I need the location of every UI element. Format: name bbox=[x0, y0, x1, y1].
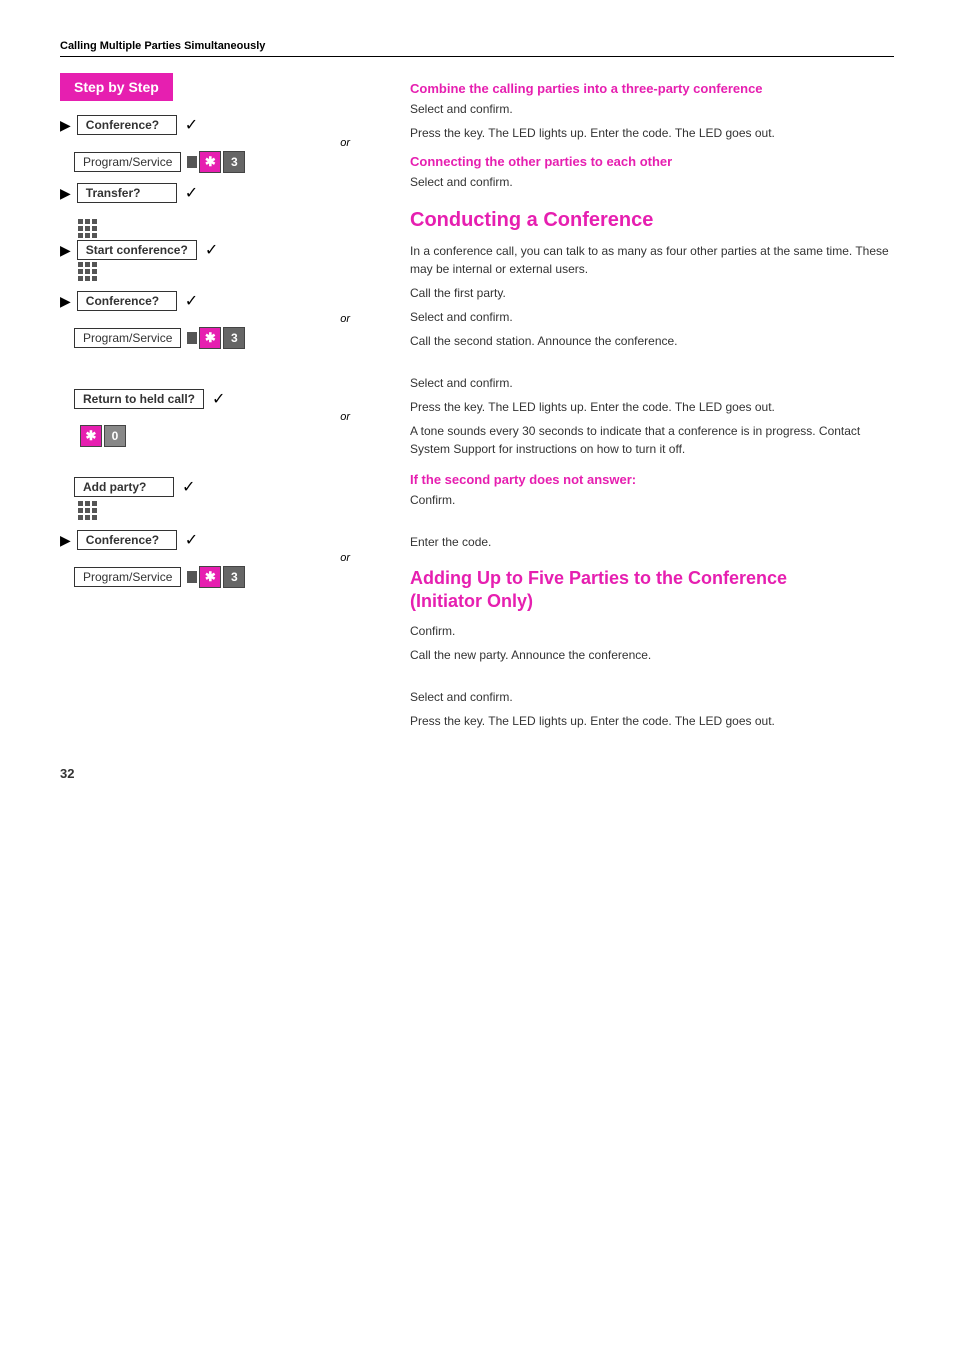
check-icon-4: ✓ bbox=[185, 291, 198, 311]
key-num-3-3[interactable]: 3 bbox=[223, 566, 245, 588]
dots-row-2 bbox=[60, 262, 380, 281]
key-num-0[interactable]: 0 bbox=[104, 425, 126, 447]
conducting-text-3: Call the second station. Announce the co… bbox=[410, 332, 894, 350]
prog-row-1: Program/Service ✱ 3 bbox=[74, 151, 380, 173]
conference-btn-2[interactable]: Conference? bbox=[77, 291, 177, 311]
arrow-icon-2: ▶ bbox=[60, 185, 71, 202]
connecting-heading: Connecting the other parties to each oth… bbox=[410, 154, 894, 169]
check-icon-5: ✓ bbox=[212, 389, 225, 409]
add-party-row: Add party? ✓ bbox=[60, 477, 380, 497]
spacer-3 bbox=[410, 670, 894, 688]
key-separator-3 bbox=[187, 571, 197, 583]
key-group-2: ✱ 3 bbox=[187, 327, 245, 349]
second-party-text-1: Confirm. bbox=[410, 491, 894, 509]
step-group-5: Return to held call? ✓ or ✱ 0 bbox=[60, 389, 380, 447]
step-group-4: ▶ Conference? ✓ or Program/Service ✱ 3 bbox=[60, 291, 380, 349]
start-conference-btn[interactable]: Start conference? bbox=[77, 240, 197, 260]
combine-heading: Combine the calling parties into a three… bbox=[410, 81, 894, 96]
add-party-btn[interactable]: Add party? bbox=[74, 477, 174, 497]
conducting-text-5: Press the key. The LED lights up. Enter … bbox=[410, 398, 894, 416]
return-held-btn[interactable]: Return to held call? bbox=[74, 389, 204, 409]
page-number: 32 bbox=[60, 766, 894, 781]
dots-row-3 bbox=[60, 501, 380, 520]
or-text-3: or bbox=[60, 411, 380, 423]
conference-btn-3[interactable]: Conference? bbox=[77, 530, 177, 550]
conducting-text-1: Call the first party. bbox=[410, 284, 894, 302]
adding-title: Adding Up to Five Parties to the Confere… bbox=[410, 567, 894, 614]
check-icon-6: ✓ bbox=[182, 477, 195, 497]
step-group-2: ▶ Transfer? ✓ bbox=[60, 183, 380, 203]
key-group-4: ✱ 3 bbox=[187, 566, 245, 588]
key-group-3: ✱ 0 bbox=[80, 425, 126, 447]
arrow-icon-4: ▶ bbox=[60, 293, 71, 310]
main-layout: Step by Step ▶ Conference? ✓ or Program/… bbox=[60, 73, 894, 736]
check-icon-1: ✓ bbox=[185, 115, 198, 135]
or-text-1: or bbox=[60, 137, 380, 149]
return-held-row: Return to held call? ✓ bbox=[60, 389, 380, 409]
arrow-icon-5: ▶ bbox=[60, 532, 71, 549]
key-separator-1 bbox=[187, 156, 197, 168]
key-num-3-2[interactable]: 3 bbox=[223, 327, 245, 349]
check-icon-7: ✓ bbox=[185, 530, 198, 550]
key-star-4[interactable]: ✱ bbox=[199, 566, 221, 588]
spacer-1 bbox=[410, 356, 894, 374]
transfer-btn[interactable]: Transfer? bbox=[77, 183, 177, 203]
adding-text-2: Call the new party. Announce the confere… bbox=[410, 646, 894, 664]
dots-grid-3 bbox=[78, 501, 103, 520]
conducting-text-4: Select and confirm. bbox=[410, 374, 894, 392]
combine-text-2: Press the key. The LED lights up. Enter … bbox=[410, 124, 894, 142]
conducting-text-2: Select and confirm. bbox=[410, 308, 894, 326]
prog-row-3: Program/Service ✱ 3 bbox=[74, 566, 380, 588]
transfer-row: ▶ Transfer? ✓ bbox=[60, 183, 380, 203]
start-conference-row: ▶ Start conference? ✓ bbox=[60, 240, 380, 260]
second-party-text-2: Enter the code. bbox=[410, 533, 894, 551]
check-icon-3: ✓ bbox=[205, 240, 218, 260]
conducting-title: Conducting a Conference bbox=[410, 209, 894, 232]
step-group-1: ▶ Conference? ✓ or Program/Service ✱ 3 bbox=[60, 115, 380, 173]
section-header: Calling Multiple Parties Simultaneously bbox=[60, 40, 894, 57]
key-num-3-1[interactable]: 3 bbox=[223, 151, 245, 173]
check-icon-2: ✓ bbox=[185, 183, 198, 203]
dots-row-1 bbox=[60, 219, 380, 238]
prog-service-btn-2[interactable]: Program/Service bbox=[74, 328, 181, 348]
connecting-text-1: Select and confirm. bbox=[410, 173, 894, 191]
prog-service-btn-1[interactable]: Program/Service bbox=[74, 152, 181, 172]
dots-grid-2 bbox=[78, 262, 103, 281]
conference-row-1: ▶ Conference? ✓ bbox=[60, 115, 380, 135]
conference-row-3: ▶ Conference? ✓ bbox=[60, 530, 380, 550]
adding-text-1: Confirm. bbox=[410, 622, 894, 640]
prog-service-btn-3[interactable]: Program/Service bbox=[74, 567, 181, 587]
page-container: Calling Multiple Parties Simultaneously … bbox=[60, 40, 894, 781]
second-party-heading: If the second party does not answer: bbox=[410, 472, 894, 487]
step-by-step-label: Step by Step bbox=[60, 73, 173, 101]
or-text-2: or bbox=[60, 313, 380, 325]
prog-row-2: Program/Service ✱ 3 bbox=[74, 327, 380, 349]
or-text-4: or bbox=[60, 552, 380, 564]
right-column: Combine the calling parties into a three… bbox=[400, 73, 894, 736]
conducting-text-6: A tone sounds every 30 seconds to indica… bbox=[410, 422, 894, 458]
adding-text-3: Select and confirm. bbox=[410, 688, 894, 706]
key-star-2[interactable]: ✱ bbox=[199, 327, 221, 349]
key-star-1[interactable]: ✱ bbox=[199, 151, 221, 173]
key-separator-2 bbox=[187, 332, 197, 344]
left-column: Step by Step ▶ Conference? ✓ or Program/… bbox=[60, 73, 400, 736]
arrow-icon-3: ▶ bbox=[60, 242, 71, 259]
key-star-3[interactable]: ✱ bbox=[80, 425, 102, 447]
spacer-2 bbox=[410, 515, 894, 533]
step-group-3: ▶ Start conference? ✓ bbox=[60, 219, 380, 281]
conducting-intro: In a conference call, you can talk to as… bbox=[410, 242, 894, 278]
star-zero-row: ✱ 0 bbox=[74, 425, 380, 447]
adding-text-4: Press the key. The LED lights up. Enter … bbox=[410, 712, 894, 730]
arrow-icon-1: ▶ bbox=[60, 117, 71, 134]
conference-row-2: ▶ Conference? ✓ bbox=[60, 291, 380, 311]
conference-btn-1[interactable]: Conference? bbox=[77, 115, 177, 135]
key-group-1: ✱ 3 bbox=[187, 151, 245, 173]
step-group-6: Add party? ✓ bbox=[60, 477, 380, 520]
combine-text-1: Select and confirm. bbox=[410, 100, 894, 118]
dots-grid-1 bbox=[78, 219, 103, 238]
step-group-7: ▶ Conference? ✓ or Program/Service ✱ 3 bbox=[60, 530, 380, 588]
